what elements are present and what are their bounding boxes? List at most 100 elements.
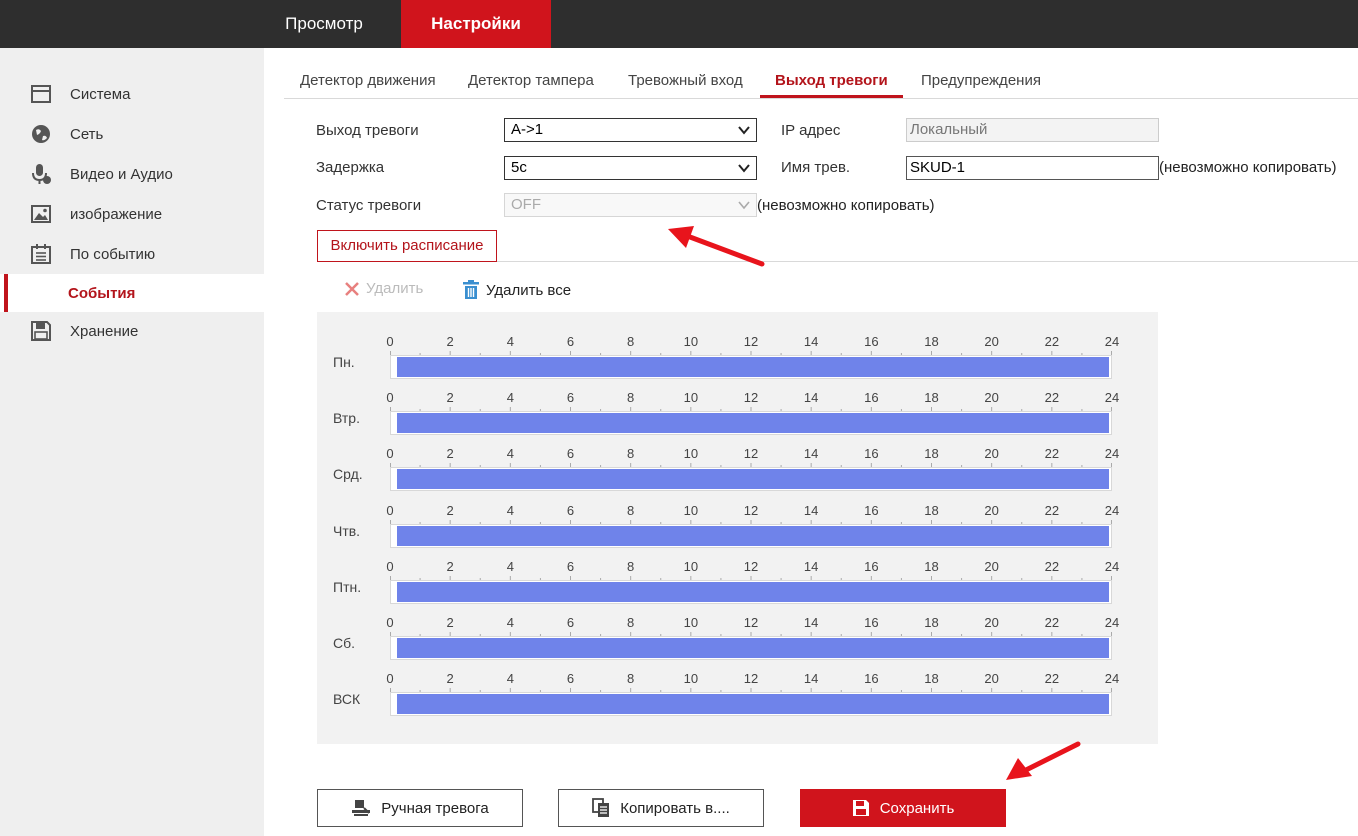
- ip-field: Локальный: [906, 118, 1159, 142]
- schedule-time-block[interactable]: [397, 694, 1109, 715]
- tab-motion-detector[interactable]: Детектор движения: [300, 72, 436, 89]
- hour-tick-label: 4: [506, 615, 514, 630]
- chevron-down-icon: [738, 201, 750, 210]
- trash-icon: [463, 280, 479, 299]
- tab-alarm-input[interactable]: Тревожный вход: [628, 72, 743, 89]
- schedule-track[interactable]: [390, 692, 1112, 717]
- hour-tick-label: 4: [506, 671, 514, 687]
- sidebar-item-label: Видео и Аудио: [70, 165, 173, 183]
- delete-all-label: Удалить все: [486, 281, 572, 299]
- hour-tick-label: 18: [924, 390, 939, 406]
- hour-tick-label: 8: [627, 671, 635, 687]
- hour-tick-label: 6: [566, 558, 575, 574]
- hour-tick-label: 24: [1104, 446, 1120, 462]
- schedule-day-row: Чтв. 0 2 4 6 8 10 12 14 16 18 20 22 24: [317, 481, 1158, 548]
- hour-tick-label: 22: [1044, 615, 1060, 630]
- chevron-down-icon: [738, 126, 750, 135]
- hour-tick-label: 0: [386, 615, 394, 630]
- sidebar-item-label: Хранение: [70, 322, 139, 340]
- hour-tick-label: 10: [683, 390, 699, 406]
- hour-tick-label: 0: [386, 446, 394, 462]
- hour-tick-label: 2: [446, 446, 454, 462]
- microphone-icon: [32, 164, 51, 184]
- hour-tick-label: 16: [864, 334, 879, 349]
- status-note: (невозможно копировать): [757, 197, 935, 214]
- hour-tick-label: 22: [1044, 334, 1060, 349]
- sidebar-item-label: События: [68, 284, 136, 302]
- delete-button[interactable]: Удалить: [344, 280, 423, 297]
- tab-view[interactable]: Просмотр: [264, 0, 384, 48]
- divider: [497, 261, 1358, 262]
- hour-tick-label: 10: [683, 615, 699, 630]
- hour-tick-label: 14: [803, 502, 819, 518]
- tab-tamper-detector[interactable]: Детектор тампера: [468, 72, 594, 89]
- hour-tick-label: 0: [386, 502, 394, 518]
- hour-tick-label: 6: [566, 502, 575, 518]
- alarm-name-input[interactable]: SKUD-1: [906, 156, 1159, 180]
- hour-tick-label: 2: [446, 558, 454, 574]
- hour-tick-label: 12: [743, 558, 759, 574]
- sidebar-item-storage[interactable]: Хранение: [0, 312, 264, 350]
- output-label: Выход тревоги: [316, 122, 419, 139]
- save-button[interactable]: Сохранить: [800, 789, 1006, 827]
- delete-label: Удалить: [366, 280, 424, 297]
- schedule-day-row: Пн. 0 2 4 6 8 10 12 14 16 18 20 22 24: [317, 312, 1158, 379]
- hour-tick-label: 24: [1104, 558, 1120, 574]
- sidebar-item-label: По событию: [70, 245, 156, 263]
- sidebar: Система Сеть Видео и Аудио изображение П…: [0, 48, 264, 836]
- hour-tick-label: 0: [386, 558, 394, 574]
- hour-tick-label: 6: [566, 390, 575, 406]
- sidebar-item-video-audio[interactable]: Видео и Аудио: [0, 155, 264, 193]
- hour-tick-label: 24: [1104, 334, 1120, 349]
- hour-tick-label: 16: [864, 558, 879, 574]
- hour-tick-label: 16: [864, 615, 879, 630]
- hour-tick-label: 18: [924, 615, 939, 630]
- hour-tick-label: 12: [743, 334, 759, 349]
- delete-all-button[interactable]: Удалить все: [462, 280, 571, 300]
- tab-settings[interactable]: Настройки: [401, 0, 551, 48]
- manual-alarm-button[interactable]: Ручная тревога: [317, 789, 523, 827]
- hour-tick-label: 10: [683, 334, 699, 349]
- hour-tick-label: 0: [386, 334, 394, 349]
- output-select[interactable]: A->1: [504, 118, 757, 142]
- copy-to-label: Копировать в....: [620, 799, 730, 817]
- top-bar: Просмотр Настройки: [0, 0, 1358, 48]
- manual-trigger-icon: [352, 800, 371, 816]
- hour-tick-label: 14: [803, 558, 819, 574]
- hour-tick-label: 14: [803, 390, 819, 406]
- hour-tick-label: 8: [627, 615, 635, 630]
- hour-tick-label: 24: [1104, 502, 1120, 518]
- hour-tick-label: 16: [864, 390, 879, 406]
- delay-select[interactable]: 5с: [504, 156, 757, 180]
- sidebar-item-network[interactable]: Сеть: [0, 115, 264, 153]
- enable-schedule-button[interactable]: Включить расписание: [317, 230, 497, 262]
- hour-tick-label: 20: [984, 502, 999, 518]
- sidebar-item-label: Сеть: [70, 125, 104, 143]
- manual-alarm-label: Ручная тревога: [381, 799, 489, 817]
- hour-tick-label: 12: [743, 671, 759, 687]
- hour-tick-label: 2: [446, 334, 454, 349]
- delay-label: Задержка: [316, 159, 385, 176]
- tab-alarm-output[interactable]: Выход тревоги: [775, 72, 888, 89]
- hour-tick-label: 0: [386, 671, 394, 687]
- hour-tick-label: 6: [566, 615, 575, 630]
- hour-tick-label: 20: [984, 390, 999, 406]
- sidebar-item-events[interactable]: События: [0, 274, 264, 312]
- hour-tick-label: 18: [924, 446, 939, 462]
- sub-tabs: Детектор движения Детектор тампера Трево…: [284, 64, 1358, 99]
- active-indicator: [4, 274, 8, 312]
- ip-value: Локальный: [910, 121, 988, 138]
- hour-tick-label: 18: [924, 334, 939, 349]
- hour-tick-label: 2: [446, 615, 454, 630]
- hour-tick-label: 20: [984, 334, 999, 349]
- name-label: Имя трев.: [781, 159, 851, 176]
- sidebar-item-event[interactable]: По событию: [0, 235, 264, 273]
- output-value: A->1: [511, 121, 544, 138]
- sidebar-item-image[interactable]: изображение: [0, 195, 264, 233]
- copy-to-button[interactable]: Копировать в....: [558, 789, 764, 827]
- hour-tick-label: 18: [924, 502, 939, 518]
- sidebar-item-system[interactable]: Система: [0, 75, 264, 113]
- tab-warnings[interactable]: Предупреждения: [921, 72, 1041, 89]
- hour-tick-label: 4: [506, 390, 514, 406]
- globe-icon: [32, 125, 50, 143]
